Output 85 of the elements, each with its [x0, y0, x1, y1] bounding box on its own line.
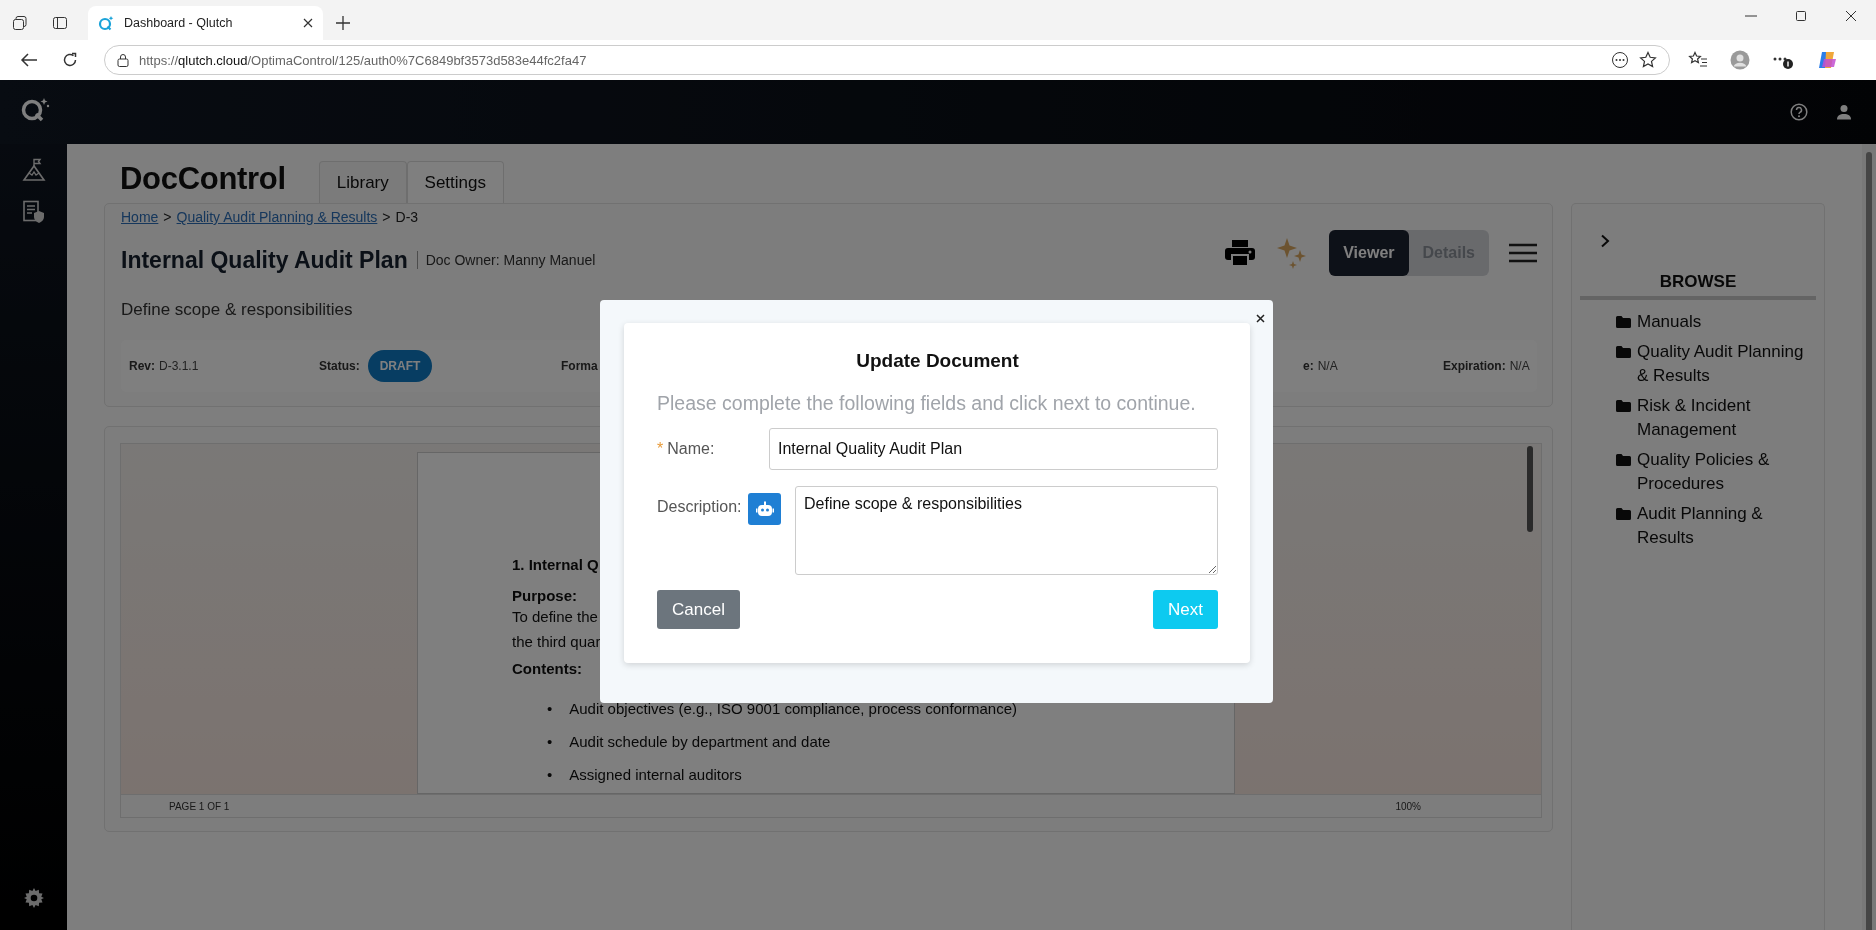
folder-icon [1616, 508, 1631, 520]
breadcrumb-separator: > [163, 209, 172, 227]
lock-icon [117, 53, 129, 67]
tab[interactable]: Settings [406, 161, 504, 203]
robot-icon [756, 501, 774, 517]
field-value: N/A [1509, 359, 1530, 373]
folder-item[interactable]: Quality Audit Planning & Results [1616, 340, 1816, 388]
print-icon[interactable] [1225, 240, 1256, 266]
cancel-button[interactable]: Cancel [657, 590, 740, 629]
field-label: Forma [561, 359, 598, 373]
field-label: Status: [319, 359, 360, 373]
folder-item[interactable]: Quality Policies & Procedures [1616, 448, 1816, 496]
user-icon[interactable] [1836, 104, 1852, 120]
section-label: Purpose: [512, 587, 577, 604]
back-icon[interactable] [20, 52, 38, 68]
breadcrumb-current: D-3 [395, 209, 419, 227]
menu-icon[interactable] [1509, 243, 1537, 263]
list-item: Audit objectives (e.g., ISO 9001 compliance, process conformance) [569, 699, 1017, 719]
description-field[interactable]: Define scope & responsibilities [795, 486, 1218, 575]
settings-icon[interactable] [23, 888, 44, 908]
list-item: Audit schedule by department and date [569, 732, 831, 752]
folder-icon [1616, 346, 1631, 358]
tab-favicon-icon [98, 15, 114, 31]
field-label: * Name: [657, 440, 715, 458]
close-icon[interactable] [1256, 314, 1265, 323]
star-icon[interactable] [1639, 51, 1657, 69]
field-value: D-3.1.1 [159, 359, 199, 373]
view-toggle[interactable]: Viewer [1329, 230, 1409, 276]
folder-item[interactable]: Manuals [1616, 310, 1816, 334]
logo-icon[interactable] [20, 96, 50, 124]
instructions-text: Please complete the following fields and click next to continue. [657, 392, 1197, 415]
profile-icon[interactable] [1730, 50, 1750, 70]
document-description: Define scope & responsibilities [121, 299, 353, 321]
vertical-tabs-icon[interactable] [52, 15, 68, 31]
tab[interactable]: Library [318, 161, 407, 203]
name-field[interactable]: Internal Quality Audit Plan [769, 428, 1218, 470]
document-owner: Doc Owner: Manny Manuel [425, 252, 596, 268]
modal-title: Update Document [855, 350, 1020, 372]
document-title: Internal Quality Audit Plan [121, 246, 408, 274]
app-title: DocControl [120, 161, 286, 197]
field-label: Expiration: [1443, 359, 1506, 373]
folder-item[interactable]: Audit Planning & Results [1616, 502, 1816, 550]
list-item: Assigned internal auditors [569, 765, 742, 785]
url-text: https://qlutch.cloud/OptimaControl/125/auth0%7C6849bf3573d583e44fc2fa47 [139, 52, 588, 68]
panel-heading: BROWSE [1580, 272, 1816, 300]
section-label: Contents: [512, 660, 582, 677]
breadcrumb-link[interactable]: Home [121, 209, 159, 227]
folder-icon [1616, 454, 1631, 466]
document-text: the third quar [512, 632, 601, 652]
maximize-icon[interactable] [1795, 10, 1807, 22]
field-label: Rev: [129, 359, 155, 373]
refresh-icon[interactable] [62, 52, 78, 68]
ai-assist-button[interactable] [748, 493, 782, 525]
field-label: Description: [657, 498, 742, 516]
document-heading: 1. Internal Q [512, 556, 599, 573]
chevron-right-icon[interactable] [1600, 234, 1610, 248]
status-badge: DRAFT [367, 350, 433, 382]
browser-tab[interactable]: Dashboard - Qlutch [88, 6, 323, 40]
page-indicator: PAGE 1 OF 1 [169, 800, 230, 812]
tab-actions-icon[interactable] [12, 15, 28, 31]
close-icon[interactable] [1845, 10, 1857, 22]
breadcrumb-separator: > [382, 209, 391, 227]
breadcrumb-link[interactable]: Quality Audit Planning & Results [176, 209, 378, 227]
favorites-icon[interactable] [1688, 51, 1708, 69]
mountain-flag-icon[interactable] [21, 158, 46, 182]
folder-icon [1616, 316, 1631, 328]
field-label: e: [1303, 359, 1314, 373]
folder-item[interactable]: Risk & Incident Management [1616, 394, 1816, 442]
list-bullet: • [547, 732, 553, 752]
tab-title: Dashboard - Qlutch [124, 16, 234, 30]
document-text: To define the [512, 607, 598, 627]
address-bar[interactable]: https://qlutch.cloud/OptimaControl/125/auth0%7C6849bf3573d583e44fc2fa47 [104, 45, 1670, 75]
new-tab-icon[interactable] [336, 16, 350, 30]
help-icon[interactable] [1790, 103, 1808, 121]
close-icon[interactable] [303, 18, 313, 28]
document-shield-icon[interactable] [21, 200, 46, 224]
zoom-level: 100% [1395, 800, 1421, 812]
scrollbar-thumb[interactable] [1866, 152, 1872, 930]
copilot-icon[interactable] [1816, 49, 1838, 71]
list-bullet: • [547, 765, 553, 785]
folder-icon [1616, 400, 1631, 412]
field-value: N/A [1317, 359, 1338, 373]
list-bullet: • [547, 699, 553, 719]
reader-icon[interactable] [1611, 51, 1629, 69]
scrollbar-thumb[interactable] [1527, 446, 1533, 532]
